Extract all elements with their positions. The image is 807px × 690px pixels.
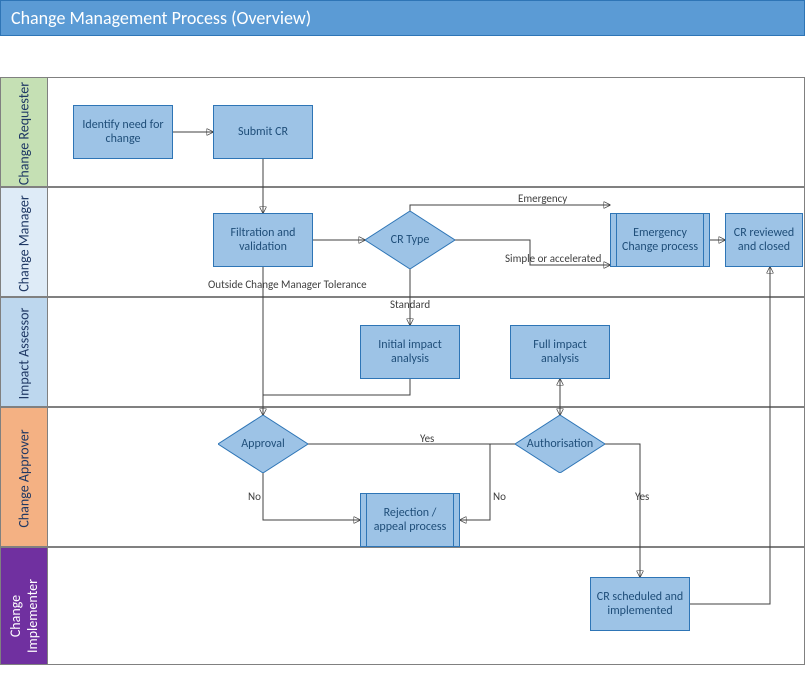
node-submit-cr: Submit CR bbox=[213, 105, 313, 159]
node-full-impact: Full impact analysis bbox=[510, 325, 610, 379]
edge-emergency: Emergency bbox=[518, 192, 567, 205]
diagram-title: Change Management Process (Overview) bbox=[0, 0, 805, 36]
node-reviewed-closed: CR reviewed and closed bbox=[725, 213, 803, 267]
node-filtration: Filtration and validation bbox=[213, 213, 313, 267]
node-approval: Approval bbox=[218, 415, 308, 473]
node-initial-impact: Initial impact analysis bbox=[360, 325, 460, 379]
swimlane-diagram: Change Management Process (Overview) Cha… bbox=[0, 0, 807, 690]
lane-implementer-label: Change Implementer bbox=[7, 561, 41, 671]
edge-simple: Simple or accelerated bbox=[505, 252, 601, 265]
edge-outside: Outside Change Manager Tolerance bbox=[208, 278, 367, 291]
node-scheduled: CR scheduled and implemented bbox=[590, 577, 690, 631]
edge-approval-no: No bbox=[248, 490, 261, 503]
lane-implementer-area bbox=[47, 547, 805, 665]
node-rejection-subprocess: Rejection / appeal process bbox=[360, 493, 460, 547]
lane-manager-label: Change Manager bbox=[16, 189, 33, 299]
node-cr-type: CR Type bbox=[365, 211, 455, 269]
lane-approver-label: Change Approver bbox=[16, 424, 33, 534]
edge-standard: Standard bbox=[390, 298, 430, 311]
node-identify-need: Identify need for change bbox=[73, 105, 173, 159]
node-emergency-subprocess: Emergency Change process bbox=[610, 213, 710, 267]
edge-auth-yes: Yes bbox=[635, 490, 649, 503]
node-authorisation: Authorisation bbox=[515, 415, 605, 473]
lane-assessor-label: Impact Assessor bbox=[16, 299, 33, 409]
edge-approval-yes: Yes bbox=[420, 432, 434, 445]
lane-requester-label: Change Requester bbox=[16, 79, 33, 189]
edge-auth-no: No bbox=[493, 490, 506, 503]
